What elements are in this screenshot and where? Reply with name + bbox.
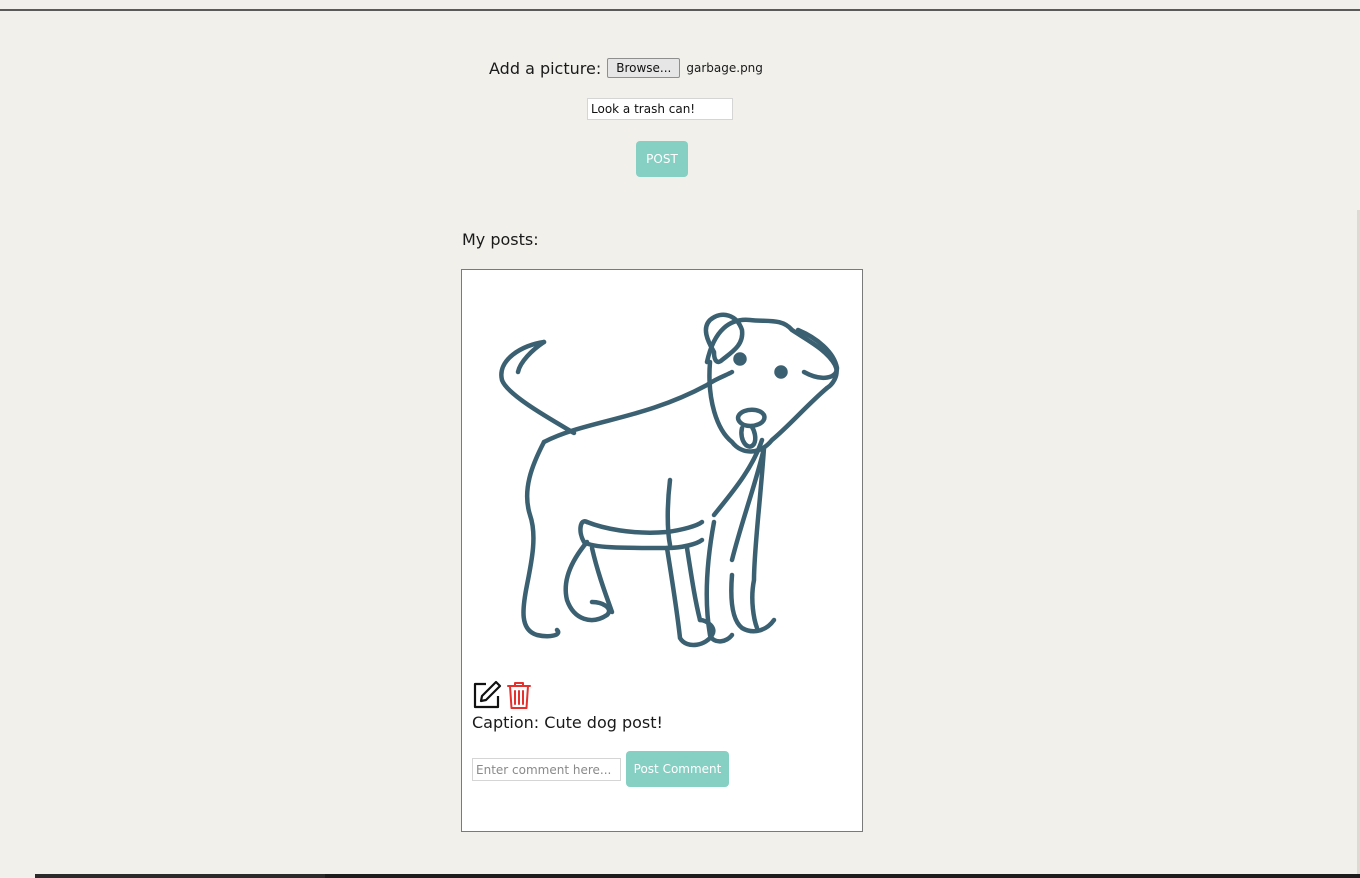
browse-button[interactable]: Browse... — [607, 58, 681, 78]
post-card: Caption: Cute dog post! Post Comment — [461, 269, 863, 832]
my-posts-heading: My posts: — [462, 230, 539, 249]
post-button[interactable]: POST — [636, 141, 688, 177]
caption-input[interactable] — [587, 98, 733, 120]
upload-row: Add a picture: Browse... garbage.png — [489, 57, 763, 79]
header-divider — [0, 9, 1360, 11]
post-comment-button[interactable]: Post Comment — [626, 751, 729, 787]
comment-input[interactable] — [472, 758, 621, 781]
caption-label: Caption: — [472, 713, 540, 732]
upload-label: Add a picture: — [489, 58, 602, 78]
bottom-edge-bar-dark — [325, 874, 1360, 878]
post-image-dog — [499, 312, 840, 648]
post-actions — [472, 680, 534, 710]
post-caption: Caption: Cute dog post! — [472, 713, 663, 732]
edit-icon[interactable] — [472, 680, 502, 710]
trash-icon[interactable] — [504, 680, 534, 710]
caption-text: Cute dog post! — [544, 713, 663, 732]
selected-file-name: garbage.png — [686, 61, 763, 75]
